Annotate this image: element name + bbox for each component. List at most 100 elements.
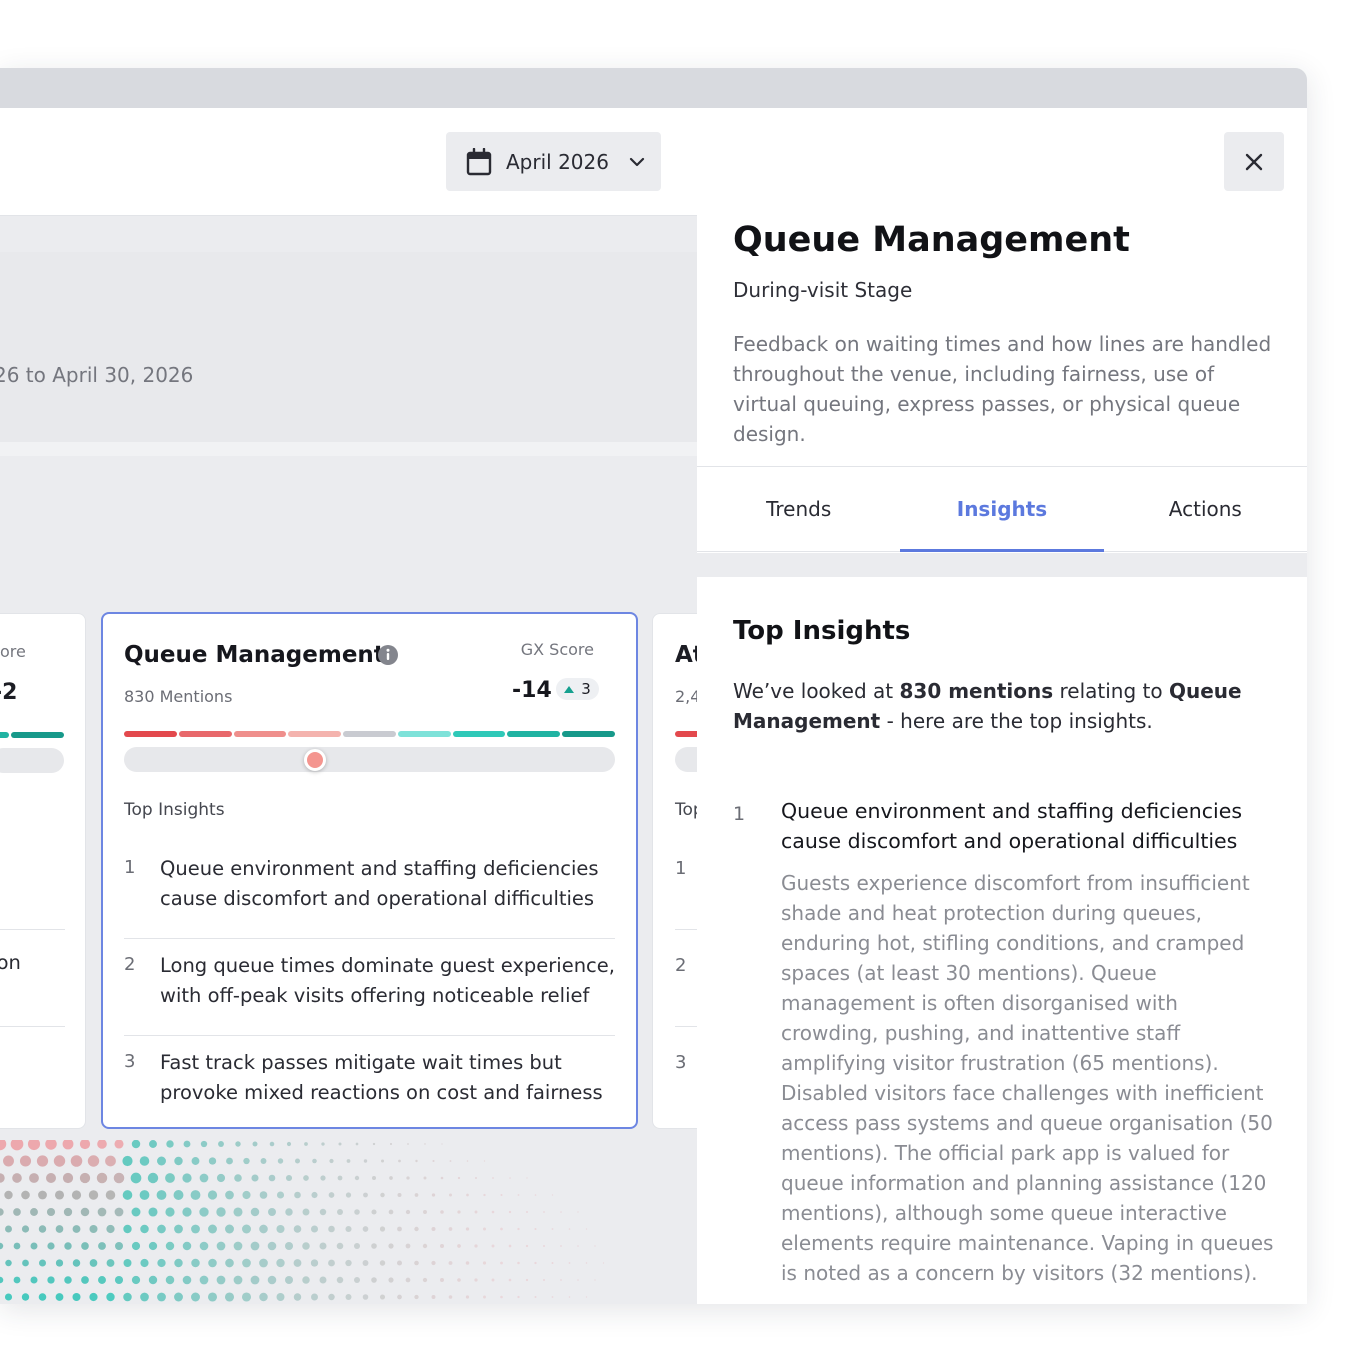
- pattern-dot: [568, 1228, 571, 1230]
- pattern-dot: [216, 1241, 226, 1251]
- pattern-dot: [45, 1140, 57, 1150]
- pattern-dot: [525, 1278, 529, 1282]
- pattern-dot: [551, 1194, 554, 1196]
- scale-segment: [178, 731, 232, 737]
- pattern-dot: [389, 1176, 393, 1180]
- pattern-dot: [139, 1156, 150, 1166]
- pattern-dot: [259, 1292, 268, 1302]
- pattern-dot: [543, 1211, 545, 1213]
- date-picker-label: April 2026: [506, 149, 609, 174]
- pattern-dot: [414, 1260, 419, 1266]
- pattern-dot: [483, 1160, 486, 1162]
- date-picker-button[interactable]: April 2026: [446, 132, 661, 191]
- list-item[interactable]: 2 Long queue times dominate guest experi…: [124, 939, 615, 1036]
- pattern-dot: [13, 1208, 21, 1216]
- pattern-dot: [250, 1275, 260, 1285]
- pattern-dot: [114, 1140, 124, 1149]
- pattern-dot: [72, 1292, 81, 1302]
- pattern-dot: [139, 1190, 150, 1200]
- panel-description: Feedback on waiting times and how lines …: [733, 332, 1272, 446]
- pattern-dot: [431, 1193, 436, 1197]
- pattern-dot: [372, 1176, 376, 1180]
- pattern-dot: [396, 1260, 403, 1266]
- pattern-dot: [338, 1142, 342, 1146]
- pattern-dot: [165, 1241, 175, 1251]
- pattern-dot: [106, 1224, 115, 1234]
- panel-title: Queue Management: [733, 220, 1130, 260]
- pattern-dot: [465, 1295, 470, 1299]
- pattern-dot: [345, 1294, 352, 1300]
- pattern-dot: [457, 1176, 461, 1180]
- pattern-dot: [131, 1275, 141, 1285]
- pattern-dot: [191, 1258, 200, 1268]
- pattern-dot: [312, 1158, 317, 1164]
- pattern-dot: [156, 1190, 167, 1200]
- pattern-dot: [423, 1176, 427, 1180]
- pattern-dot: [363, 1159, 368, 1163]
- pattern-dot: [277, 1158, 284, 1164]
- pattern-dot: [182, 1173, 192, 1183]
- gx-score-label: Score: [0, 642, 26, 661]
- pattern-dot: [114, 1207, 124, 1217]
- pattern-dot: [243, 1157, 250, 1165]
- pattern-dot: [517, 1227, 520, 1231]
- gx-score-value: -14: [512, 678, 552, 703]
- tab-insights[interactable]: Insights: [900, 467, 1104, 552]
- experience-card-left[interactable]: Score -2 rt sion: [0, 613, 86, 1129]
- pattern-dot: [568, 1262, 571, 1264]
- experience-card-queue-management[interactable]: Queue Management GX Score 830 Mentions -…: [101, 612, 638, 1129]
- pattern-dot: [260, 1158, 267, 1164]
- pattern-dot: [345, 1225, 352, 1233]
- pattern-dot: [54, 1190, 65, 1200]
- pattern-dot: [30, 1208, 38, 1216]
- pattern-dot: [508, 1278, 512, 1282]
- list-item[interactable]: 1 Queue environment and staffing deficie…: [124, 842, 615, 939]
- pattern-dot: [432, 1159, 435, 1163]
- pattern-dot: [208, 1224, 217, 1234]
- tab-actions[interactable]: Actions: [1104, 467, 1307, 551]
- chevron-down-icon: [629, 157, 645, 166]
- pattern-dot: [0, 1208, 4, 1216]
- pattern-dot: [106, 1292, 115, 1302]
- list-item[interactable]: 3 Fast track passes mitigate wait times …: [124, 1036, 615, 1127]
- pattern-dot: [36, 1155, 49, 1167]
- pattern-dot: [207, 1190, 218, 1200]
- pattern-dot: [64, 1276, 72, 1284]
- pattern-dot: [5, 1225, 12, 1233]
- pattern-dot: [29, 1173, 39, 1183]
- tab-trends[interactable]: Trends: [697, 467, 900, 551]
- pattern-dot: [337, 1209, 343, 1215]
- pattern-dot: [560, 1245, 562, 1247]
- info-icon[interactable]: [377, 644, 399, 666]
- pattern-dot: [551, 1228, 554, 1230]
- pattern-dot: [4, 1190, 13, 1200]
- pattern-dot: [449, 1160, 452, 1162]
- pattern-dot: [114, 1275, 124, 1285]
- pattern-dot: [200, 1140, 208, 1148]
- pattern-dot: [336, 1242, 344, 1250]
- pattern-dot: [207, 1292, 218, 1302]
- pattern-dot: [199, 1207, 209, 1217]
- pattern-dot: [542, 1278, 546, 1282]
- pattern-dot: [97, 1207, 107, 1217]
- pattern-dot: [337, 1175, 343, 1181]
- insight-text: Fast track passes mitigate wait times bu…: [160, 1051, 603, 1104]
- date-range-text: 26 to April 30, 2026: [0, 363, 194, 387]
- pattern-dot: [466, 1160, 469, 1162]
- pattern-dot: [388, 1243, 394, 1249]
- pattern-dot: [10, 1140, 24, 1151]
- pattern-dot: [517, 1194, 520, 1196]
- pattern-dot: [276, 1258, 285, 1268]
- pattern-dot: [5, 1259, 12, 1267]
- pattern-dot: [388, 1209, 394, 1215]
- pattern-dot: [226, 1157, 233, 1165]
- pattern-dot: [311, 1293, 318, 1301]
- close-button[interactable]: [1224, 132, 1284, 191]
- sentiment-scale: [0, 732, 64, 738]
- pattern-dot: [355, 1142, 359, 1146]
- pattern-dot: [148, 1275, 158, 1285]
- pattern-dot: [276, 1293, 285, 1301]
- pattern-dot: [0, 1140, 7, 1151]
- pattern-dot: [208, 1258, 217, 1268]
- insight-number: 1: [124, 857, 136, 878]
